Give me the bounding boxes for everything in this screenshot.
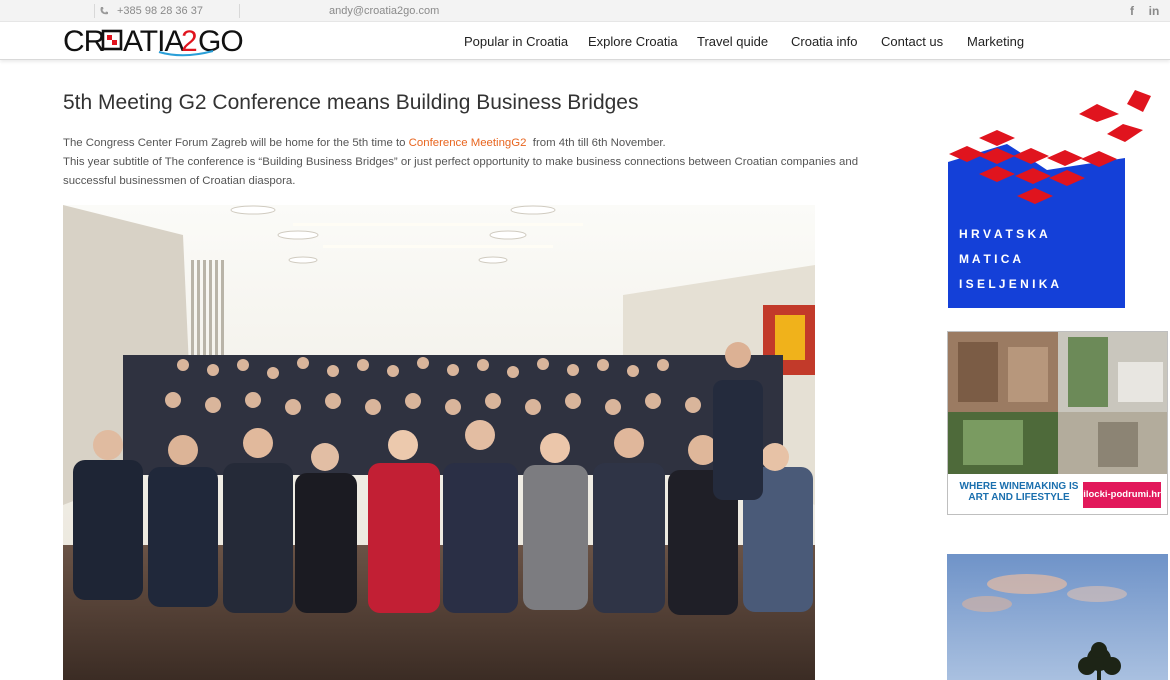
phone-contact[interactable]: +385 98 28 36 37 bbox=[94, 4, 203, 18]
intro-paragraph-2: This year subtitle of The conference is … bbox=[63, 156, 859, 187]
hmi-logo: H R V A T S K A M A T I C A I S E L J E … bbox=[948, 90, 1151, 308]
intro-paragraph-1: The Congress Center Forum Zagreb will be… bbox=[63, 134, 903, 153]
conference-link[interactable]: Conference MeetingG2 bbox=[409, 137, 527, 149]
phone-icon bbox=[100, 7, 108, 15]
phone-number: +385 98 28 36 37 bbox=[117, 5, 203, 17]
linkedin-icon[interactable]: in bbox=[1146, 3, 1162, 19]
sky-tree-banner[interactable] bbox=[947, 554, 1168, 680]
hmi-line-3: I S E L J E N I K A bbox=[959, 277, 1059, 291]
hmi-line-1: H R V A T S K A bbox=[959, 227, 1048, 241]
croatia2go-logo[interactable]: CR ATIA 2 GO bbox=[63, 25, 243, 57]
winery-photos bbox=[948, 332, 1167, 474]
svg-text:CR: CR bbox=[63, 25, 105, 57]
nav-explore-croatia[interactable]: Explore Croatia bbox=[588, 34, 678, 50]
ilok-site-button[interactable]: ilocki-podrumi.hr bbox=[1083, 482, 1161, 508]
site-header: CR ATIA 2 GO Popular in Croatia Explore … bbox=[0, 22, 1170, 60]
nav-travel-guide[interactable]: Travel quide bbox=[697, 34, 768, 50]
ilocki-podrumi-ad[interactable]: WHERE WINEMAKING IS ART AND LIFESTYLE il… bbox=[947, 331, 1168, 515]
facebook-icon[interactable]: f bbox=[1124, 3, 1140, 19]
top-contact-bar: +385 98 28 36 37 andy@croatia2go.com f i… bbox=[0, 0, 1170, 22]
nav-contact-us[interactable]: Contact us bbox=[881, 34, 943, 50]
hmi-line-2: M A T I C A bbox=[959, 252, 1021, 266]
intro-text-before-link: The Congress Center Forum Zagreb will be… bbox=[63, 137, 409, 149]
hmi-banner-ad[interactable]: H R V A T S K A M A T I C A I S E L J E … bbox=[947, 88, 1155, 308]
article-intro: The Congress Center Forum Zagreb will be… bbox=[63, 134, 903, 191]
svg-text:2: 2 bbox=[181, 25, 198, 57]
svg-text:ATIA: ATIA bbox=[123, 25, 184, 57]
nav-popular-in-croatia[interactable]: Popular in Croatia bbox=[464, 34, 568, 50]
intro-text-after-link: from 4th till 6th November. bbox=[526, 137, 666, 149]
article-title: 5th Meeting G2 Conference means Building… bbox=[63, 91, 639, 114]
email-link[interactable]: andy@croatia2go.com bbox=[329, 4, 439, 18]
nav-croatia-info[interactable]: Croatia info bbox=[791, 34, 857, 50]
topbar-divider bbox=[239, 4, 240, 18]
ilok-tagline: WHERE WINEMAKING IS ART AND LIFESTYLE bbox=[959, 481, 1079, 503]
conference-photo bbox=[63, 205, 815, 680]
nav-marketing[interactable]: Marketing bbox=[967, 34, 1024, 50]
